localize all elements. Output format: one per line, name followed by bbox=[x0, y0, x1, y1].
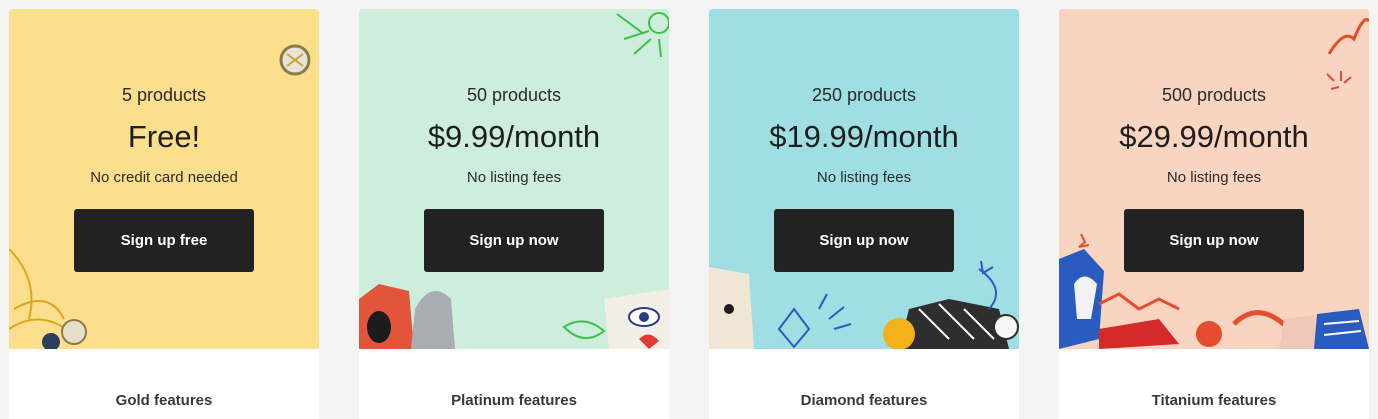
plan-card-diamond: 250 products $19.99/month No listing fee… bbox=[709, 9, 1019, 419]
plan-card-diamond-header: 250 products $19.99/month No listing fee… bbox=[709, 9, 1019, 349]
features-section: Platinum features bbox=[359, 349, 669, 419]
features-heading[interactable]: Gold features bbox=[9, 392, 319, 409]
sign-up-free-button[interactable]: Sign up free bbox=[74, 209, 254, 272]
features-section: Diamond features bbox=[709, 349, 1019, 419]
plan-price: $9.99/month bbox=[427, 119, 601, 154]
sign-up-button[interactable]: Sign up now bbox=[774, 209, 954, 272]
features-section: Gold features bbox=[9, 349, 319, 419]
features-heading[interactable]: Diamond features bbox=[709, 392, 1019, 409]
plan-card-gold-header: 5 products Free! No credit card needed S… bbox=[9, 9, 319, 349]
plan-price: $29.99/month bbox=[1119, 119, 1309, 154]
features-heading[interactable]: Platinum features bbox=[359, 392, 669, 409]
plan-card-platinum: 50 products $9.99/month No listing fees … bbox=[359, 9, 669, 419]
features-section: Titanium features bbox=[1059, 349, 1369, 419]
sign-up-button[interactable]: Sign up now bbox=[424, 209, 604, 272]
plan-price: Free! bbox=[127, 119, 201, 154]
plan-note: No listing fees bbox=[466, 169, 562, 186]
plan-card-gold: 5 products Free! No credit card needed S… bbox=[9, 9, 319, 419]
plan-card-platinum-header: 50 products $9.99/month No listing fees … bbox=[359, 9, 669, 349]
plan-card-titanium: 500 products $29.99/month No listing fee… bbox=[1059, 9, 1369, 419]
product-count: 5 products bbox=[121, 85, 207, 105]
product-count: 500 products bbox=[1161, 85, 1267, 105]
plan-card-titanium-header: 500 products $29.99/month No listing fee… bbox=[1059, 9, 1369, 349]
plan-note: No listing fees bbox=[816, 169, 912, 186]
features-heading[interactable]: Titanium features bbox=[1059, 392, 1369, 409]
product-count: 50 products bbox=[466, 85, 562, 105]
plan-note: No listing fees bbox=[1166, 169, 1262, 186]
sign-up-button[interactable]: Sign up now bbox=[1124, 209, 1304, 272]
plan-note: No credit card needed bbox=[90, 169, 238, 186]
product-count: 250 products bbox=[811, 85, 917, 105]
plan-price: $19.99/month bbox=[769, 119, 959, 154]
